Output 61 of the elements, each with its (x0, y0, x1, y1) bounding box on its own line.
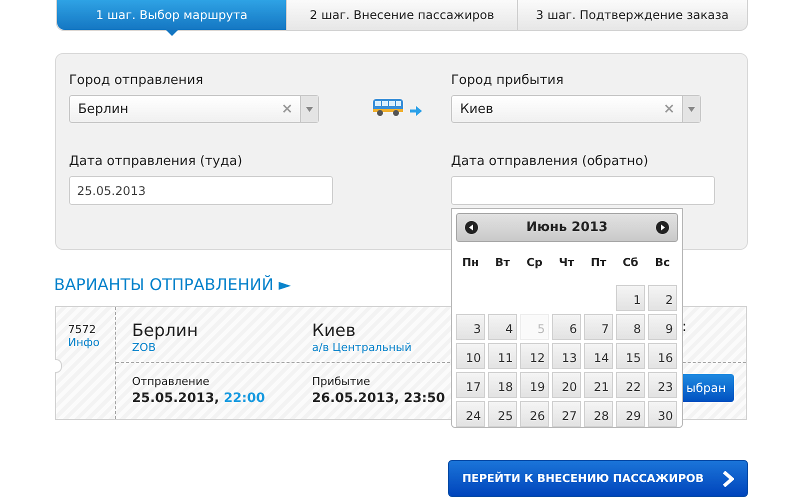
station-link[interactable]: ZOB (132, 341, 156, 354)
field-label: Город прибытия (451, 73, 565, 88)
day-cell[interactable]: 21 (584, 372, 613, 398)
day-cell[interactable]: 6 (552, 314, 581, 340)
departure-datetime: 25.05.2013, 22:00 (132, 391, 266, 406)
weekday-label: Пн (461, 254, 480, 270)
day-cell[interactable]: 8 (616, 314, 645, 340)
weekday-label: Чт (558, 254, 576, 270)
field-label: Город отправления (69, 73, 204, 88)
day-cell[interactable]: 15 (616, 343, 645, 369)
month-title: Июнь 2013 (526, 220, 608, 235)
info-link[interactable]: Инфо (68, 336, 115, 349)
city-name: Берлин (132, 321, 198, 341)
day-cell[interactable]: 30 (648, 401, 677, 427)
day-cell[interactable]: 1 (616, 285, 645, 311)
day-cell[interactable]: 26 (520, 401, 549, 427)
day-cell[interactable]: 2 (648, 285, 677, 311)
next-step-button[interactable]: ПЕРЕЙТИ К ВНЕСЕНИЮ ПАССАЖИРОВ (448, 460, 748, 497)
day-cell[interactable]: 14 (584, 343, 613, 369)
field-label: Дата отправления (туда) (69, 154, 244, 169)
day-cell[interactable]: 19 (520, 372, 549, 398)
day-cell[interactable]: 16 (648, 343, 677, 369)
city-select[interactable]: Киев × (451, 95, 701, 123)
weekday-label: Вс (654, 254, 671, 270)
select-button[interactable]: ыбран (682, 374, 734, 402)
trip-number: 7572 (68, 323, 97, 336)
day-cell[interactable]: 28 (584, 401, 613, 427)
arrival-datetime: 26.05.2013, 23:50 (312, 391, 446, 406)
section-heading: ВАРИАНТЫ ОТПРАВЛЕНИЙ ► (54, 275, 292, 294)
day-cell: 5 (520, 314, 549, 340)
day-cell[interactable]: 29 (616, 401, 645, 427)
day-cell[interactable]: 25 (488, 401, 517, 427)
day-cell[interactable]: 20 (552, 372, 581, 398)
date-field[interactable]: 25.05.2013 (69, 176, 333, 205)
city-name: Киев (312, 321, 356, 341)
day-cell[interactable]: 22 (616, 372, 645, 398)
field-label: Дата отправления (обратно) (451, 154, 650, 169)
day-cell[interactable]: 12 (520, 343, 549, 369)
day-cell[interactable]: 3 (456, 314, 485, 340)
day-cell[interactable]: 4 (488, 314, 517, 340)
weekday-label: Сб (622, 254, 640, 270)
weekday-label: Вт (494, 254, 511, 270)
station-link[interactable]: а/в Центральный (312, 341, 412, 354)
day-cell[interactable]: 18 (488, 372, 517, 398)
time-label: Прибытие (312, 375, 370, 388)
city-select[interactable]: Берлин × (69, 95, 319, 123)
day-cell[interactable]: 24 (456, 401, 485, 427)
weekday-label: Пт (590, 254, 608, 270)
day-cell[interactable]: 17 (456, 372, 485, 398)
step-tab[interactable]: 3 шаг. Подтверждение заказа (516, 0, 747, 30)
day-cell[interactable]: 23 (648, 372, 677, 398)
day-cell[interactable]: 7 (584, 314, 613, 340)
day-cell[interactable]: 11 (488, 343, 517, 369)
day-cell[interactable]: 13 (552, 343, 581, 369)
day-cell[interactable]: 10 (456, 343, 485, 369)
time-label: Отправление (132, 375, 210, 388)
day-cell[interactable]: 27 (552, 401, 581, 427)
day-cell[interactable]: 9 (648, 314, 677, 340)
trip-text: : (682, 319, 687, 335)
step-tab[interactable]: 2 шаг. Внесение пассажиров (286, 0, 517, 30)
weekday-label: Ср (526, 254, 544, 270)
